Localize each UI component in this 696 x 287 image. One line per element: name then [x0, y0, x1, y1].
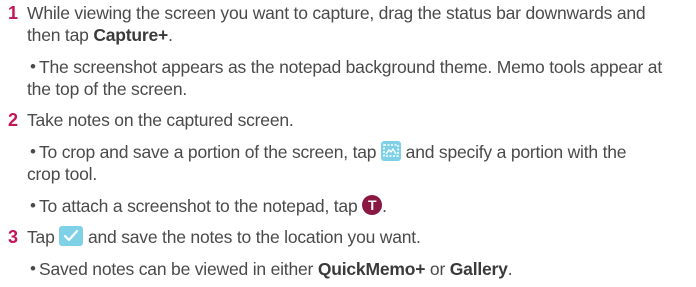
- checkmark-icon: [59, 226, 84, 247]
- bullet-dot: •: [30, 142, 36, 161]
- step-2-text: Take notes on the captured screen.: [27, 110, 294, 130]
- step-2-number: 2: [8, 110, 19, 130]
- step-1-number: 1: [8, 3, 19, 23]
- step-1-text-line-1: While viewing the screen you want to cap…: [27, 3, 646, 23]
- text-t-icon: T: [362, 195, 383, 216]
- gallery-term: Gallery: [449, 259, 508, 279]
- step-2-bullet-2-line-1: To attach a screenshot to the notepad, t…: [39, 195, 387, 216]
- step-2-bullet-1-line-2: crop tool.: [27, 164, 97, 184]
- step-1-bullet-1-line-1: The screenshot appears as the notepad ba…: [39, 57, 662, 77]
- step-1-bullet-1-line-2: the top of the screen.: [27, 79, 188, 99]
- step-3-text: Tap and save the notes to the location y…: [27, 226, 421, 247]
- crop-image-icon: [381, 141, 401, 162]
- bullet-dot: •: [30, 57, 36, 76]
- capture-plus-term: Capture+: [93, 25, 169, 45]
- bullet-dot: •: [30, 259, 36, 278]
- step-1-text-line-2: then tap Capture+.: [27, 25, 173, 45]
- step-3-bullet-1: Saved notes can be viewed in either Quic…: [39, 259, 513, 279]
- quickmemo-term: QuickMemo+: [317, 259, 426, 279]
- bullet-dot: •: [30, 196, 36, 215]
- step-3-number: 3: [8, 227, 19, 247]
- instructions-document: 1 While viewing the screen you want to c…: [0, 0, 696, 287]
- step-2-bullet-1-line-1: To crop and save a portion of the screen…: [39, 141, 627, 162]
